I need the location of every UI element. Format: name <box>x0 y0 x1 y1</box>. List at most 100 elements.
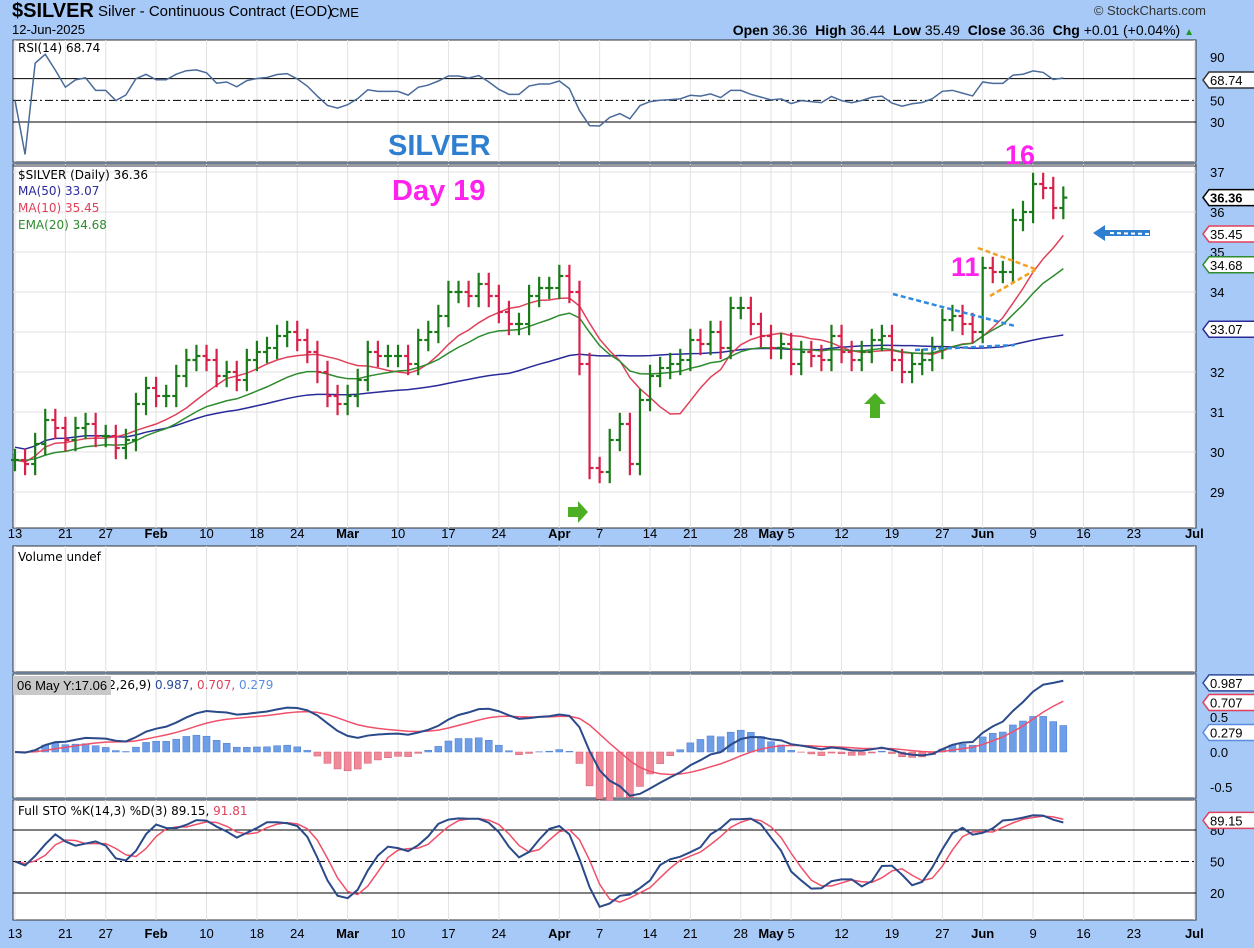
high-label: High <box>815 22 847 38</box>
panel-1 <box>12 163 1197 529</box>
annotation-peak-count: 16 <box>1005 140 1036 170</box>
x-axis-label: 18 <box>250 926 264 941</box>
macd-histogram-bar <box>706 735 715 753</box>
price-legend: $SILVER (Daily) 36.36 <box>18 168 148 182</box>
macd-histogram-bar <box>293 746 301 753</box>
macd-histogram-bar <box>343 751 352 772</box>
x-axis-label: 10 <box>391 526 405 541</box>
price-tag: 33.07 <box>1210 322 1243 337</box>
macd-hist-value: 0.279 <box>238 678 274 692</box>
x-axis-label: 13 <box>8 926 22 941</box>
macd-histogram-bar <box>172 738 181 753</box>
x-axis-label: 27 <box>935 926 949 941</box>
price-tag: 34.68 <box>1210 258 1243 273</box>
x-axis-label: Mar <box>336 526 359 541</box>
macd-histogram-bar <box>162 741 170 753</box>
macd-axis-label: -0.5 <box>1210 780 1232 795</box>
x-axis-label: 13 <box>8 526 22 541</box>
x-axis-label: 27 <box>98 526 112 541</box>
price-axis-label: 37 <box>1210 165 1224 180</box>
x-axis-label: Jun <box>971 926 994 941</box>
annotation-title: SILVER <box>388 130 491 162</box>
macd-histogram-bar <box>303 750 312 753</box>
x-axis-label: Apr <box>548 926 570 941</box>
macd-histogram-bar <box>495 744 503 753</box>
panel-3 <box>12 673 1197 799</box>
macd-histogram-bar <box>868 751 876 754</box>
macd-histogram-bar <box>656 751 664 764</box>
x-axis-label: 9 <box>1029 926 1036 941</box>
chg-value: +0.01 (+0.04%) <box>1083 22 1181 38</box>
price-tag: 35.45 <box>1210 227 1243 242</box>
macd-histogram-bar <box>132 746 140 753</box>
annotation-mid-count: 11 <box>951 252 980 282</box>
panel-2 <box>12 545 1197 673</box>
macd-histogram-bar <box>101 747 110 753</box>
crosshair-tooltip: 06 May Y:17.06 <box>13 676 112 695</box>
copyright[interactable]: © StockCharts.com <box>1094 3 1206 18</box>
macd-histogram-bar <box>202 735 211 753</box>
x-axis-label: 18 <box>250 526 264 541</box>
rsi-axis-label: 50 <box>1210 93 1224 108</box>
x-axis-label: 17 <box>441 926 455 941</box>
macd-tag: 0.279 <box>1210 725 1243 740</box>
macd-histogram-bar <box>1029 716 1037 753</box>
exchange: CME <box>330 5 359 20</box>
macd-histogram-bar <box>374 751 382 761</box>
ohlc-summary: Open 36.36 High 36.44 Low 35.49 Close 36… <box>733 22 1194 38</box>
macd-tag: 0.707 <box>1210 696 1243 711</box>
price-axis-label: 34 <box>1210 285 1224 300</box>
macd-histogram-bar <box>353 751 362 770</box>
macd-histogram-bar <box>636 751 644 787</box>
macd-histogram-bar <box>565 751 574 753</box>
close-value: 36.36 <box>1009 22 1045 38</box>
macd-histogram-bar <box>182 736 191 753</box>
x-axis-label: Jun <box>971 526 994 541</box>
macd-histogram-bar <box>1039 716 1047 753</box>
chart-date: 12-Jun-2025 <box>12 22 85 37</box>
macd-histogram-bar <box>575 751 584 764</box>
x-axis-label: 24 <box>290 926 304 941</box>
macd-histogram-bar <box>404 751 412 757</box>
macd-histogram-bar <box>444 740 453 753</box>
macd-histogram-bar <box>243 747 251 753</box>
macd-histogram-bar <box>333 751 342 770</box>
x-axis-label: 21 <box>683 926 697 941</box>
macd-tag: 0.987 <box>1210 676 1243 691</box>
ema20-legend: EMA(20) 34.68 <box>18 218 107 232</box>
x-axis-label: 21 <box>58 926 72 941</box>
x-axis-label: Jul <box>1185 526 1204 541</box>
macd-histogram-bar <box>545 750 553 753</box>
macd-histogram-bar <box>394 751 402 757</box>
x-axis-label: May <box>758 926 784 941</box>
x-axis-label: 7 <box>596 526 603 541</box>
macd-histogram-bar <box>212 740 221 753</box>
x-axis-label: 16 <box>1076 926 1090 941</box>
macd-histogram-bar <box>273 745 281 753</box>
x-axis-label: 19 <box>885 926 899 941</box>
macd-histogram-bar <box>555 749 564 753</box>
macd-histogram-bar <box>233 746 241 753</box>
macd-histogram-bar <box>152 741 160 753</box>
open-value: 36.36 <box>772 22 808 38</box>
macd-value: 0.987, <box>154 678 194 692</box>
sto-legend: Full STO %K(14,3) %D(3) 89.15, 91.81 <box>18 804 248 818</box>
price-axis-label: 29 <box>1210 485 1224 500</box>
macd-histogram-bar <box>263 746 271 753</box>
x-axis-label: Jul <box>1185 926 1204 941</box>
x-axis-label: 14 <box>643 926 657 941</box>
price-axis-label: 31 <box>1210 405 1224 420</box>
sto-axis-label: 20 <box>1210 886 1224 901</box>
macd-histogram-bar <box>485 740 493 753</box>
x-axis-label: 12 <box>834 926 848 941</box>
macd-histogram-bar <box>192 734 201 753</box>
instrument-name: Silver - Continuous Contract (EOD) <box>98 3 333 20</box>
stockcharts-chart: 13 21 27 Feb 10 18 24 Mar 10 17 24 Apr 7 14 21 28 May 5 12… <box>0 0 1254 948</box>
macd-histogram-bar <box>817 751 826 756</box>
x-axis-label: 5 <box>788 526 795 541</box>
macd-histogram-bar <box>424 750 433 753</box>
x-axis-label: 10 <box>391 926 405 941</box>
ma10-legend: MA(10) 35.45 <box>18 201 100 215</box>
macd-histogram-bar <box>474 737 483 753</box>
annotation-day-count: Day 19 <box>392 175 486 207</box>
